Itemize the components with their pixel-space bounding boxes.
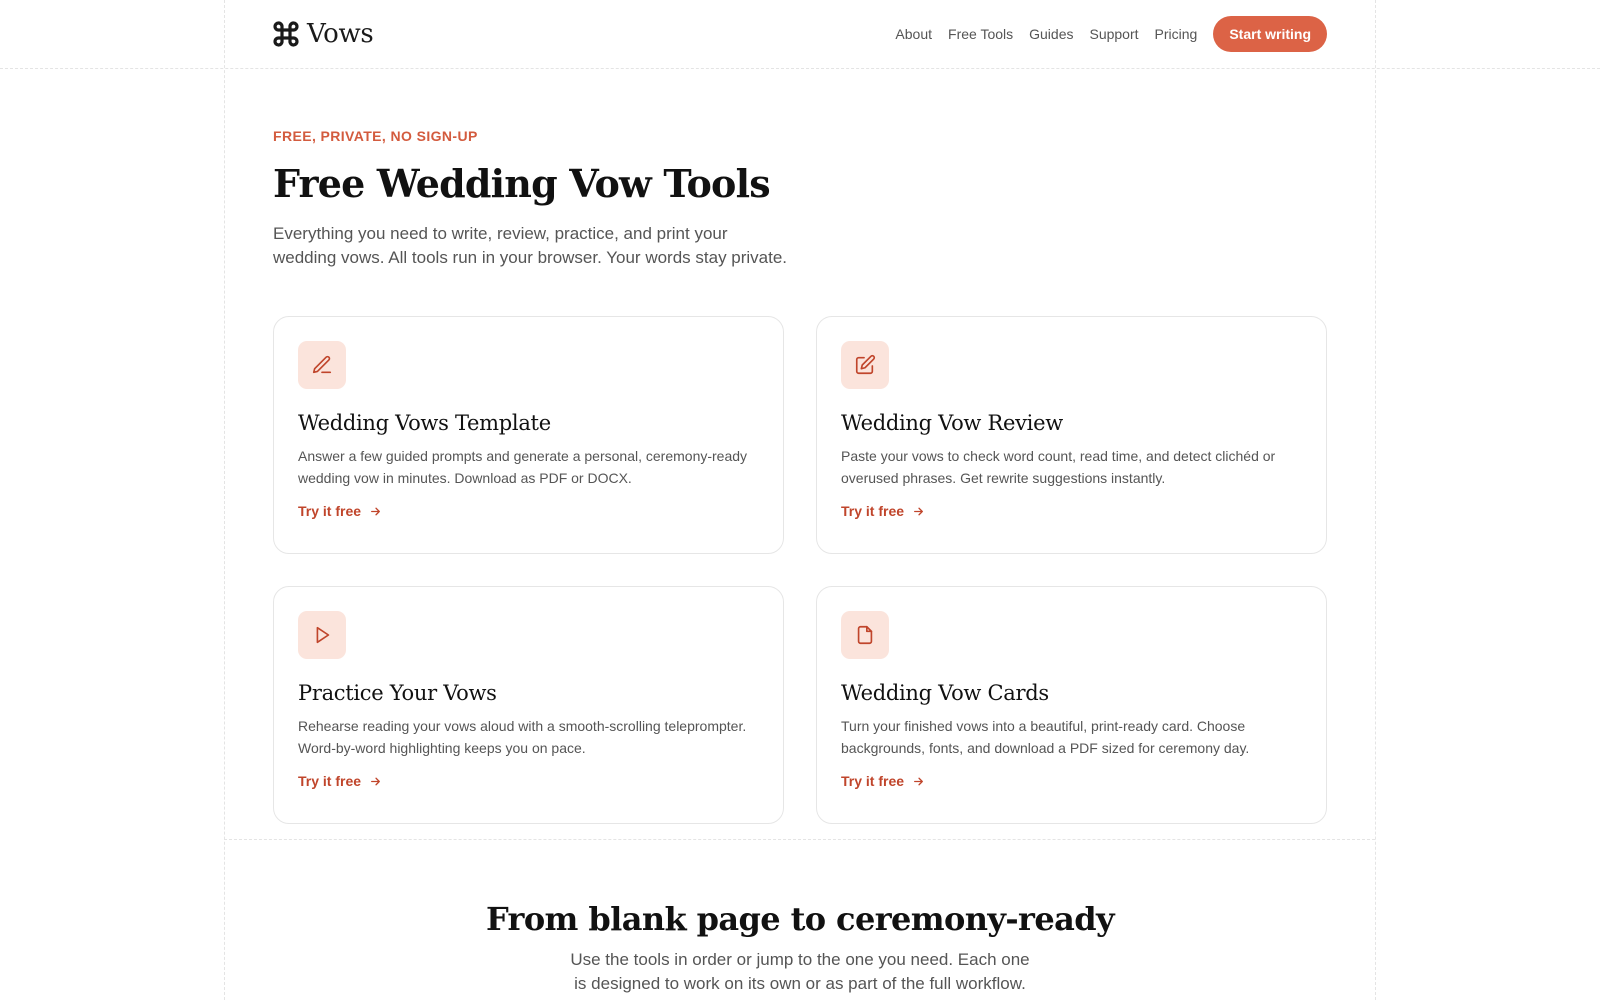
nav-pricing[interactable]: Pricing bbox=[1155, 26, 1198, 42]
card-title: Wedding Vows Template bbox=[298, 411, 551, 435]
section-divider bbox=[224, 839, 1375, 840]
nav-about[interactable]: About bbox=[895, 26, 932, 42]
try-it-free-label: Try it free bbox=[841, 773, 905, 789]
tool-card-template[interactable]: Wedding Vows Template Answer a few guide… bbox=[273, 316, 784, 554]
card-description: Answer a few guided prompts and generate… bbox=[298, 448, 748, 486]
page-title: Free Wedding Vow Tools bbox=[273, 161, 771, 206]
card-description: Paste your vows to check word count, rea… bbox=[841, 448, 1276, 486]
brand-name: Vows bbox=[307, 19, 374, 49]
try-it-free-label: Try it free bbox=[298, 773, 362, 789]
start-writing-button[interactable]: Start writing bbox=[1213, 16, 1327, 52]
try-it-free-label: Try it free bbox=[841, 503, 905, 519]
workflow-section: From blank page to ceremony-ready Use th… bbox=[0, 900, 1600, 996]
command-icon bbox=[273, 21, 299, 47]
workflow-title: From blank page to ceremony-ready bbox=[486, 900, 1115, 938]
try-it-free-link[interactable]: Try it free bbox=[841, 773, 925, 789]
try-it-free-link[interactable]: Try it free bbox=[298, 503, 382, 519]
nav-guides[interactable]: Guides bbox=[1029, 26, 1073, 42]
try-it-free-link[interactable]: Try it free bbox=[298, 773, 382, 789]
try-it-free-link[interactable]: Try it free bbox=[841, 503, 925, 519]
card-icon-tile bbox=[298, 341, 346, 389]
card-description: Rehearse reading your vows aloud with a … bbox=[298, 718, 747, 756]
arrow-right-icon bbox=[914, 507, 923, 515]
card-icon-tile bbox=[841, 341, 889, 389]
tool-card-cards[interactable]: Wedding Vow Cards Turn your finished vow… bbox=[816, 586, 1327, 824]
card-icon-tile bbox=[298, 611, 346, 659]
main-nav: About Free Tools Guides Support Pricing … bbox=[895, 16, 1327, 52]
brand-logo[interactable]: Vows bbox=[273, 19, 374, 49]
site-header: Vows About Free Tools Guides Support Pri… bbox=[273, 0, 1327, 68]
tool-card-review[interactable]: Wedding Vow Review Paste your vows to ch… bbox=[816, 316, 1327, 554]
card-title: Practice Your Vows bbox=[298, 681, 497, 705]
frame-guide-right bbox=[1375, 0, 1376, 1000]
hero-description: Everything you need to write, review, pr… bbox=[273, 224, 788, 267]
try-it-free-label: Try it free bbox=[298, 503, 362, 519]
play-icon bbox=[316, 626, 330, 644]
arrow-right-icon bbox=[914, 777, 923, 785]
nav-support[interactable]: Support bbox=[1089, 26, 1138, 42]
card-icon-tile bbox=[841, 611, 889, 659]
card-title: Wedding Vow Cards bbox=[841, 681, 1049, 705]
workflow-description: Use the tools in order or jump to the on… bbox=[570, 950, 1030, 993]
arrow-right-icon bbox=[371, 507, 380, 515]
arrow-right-icon bbox=[371, 777, 380, 785]
card-title: Wedding Vow Review bbox=[841, 411, 1063, 435]
card-description: Turn your finished vows into a beautiful… bbox=[841, 718, 1250, 756]
nav-free-tools[interactable]: Free Tools bbox=[948, 26, 1013, 42]
tool-cards: Wedding Vows Template Answer a few guide… bbox=[273, 316, 1327, 824]
edit-square-icon bbox=[855, 354, 876, 375]
header-divider bbox=[0, 68, 1600, 69]
document-icon bbox=[857, 625, 873, 645]
hero-eyebrow: FREE, PRIVATE, NO SIGN-UP bbox=[273, 128, 478, 144]
hero-section: FREE, PRIVATE, NO SIGN-UP Free Wedding V… bbox=[273, 128, 973, 270]
pen-icon bbox=[312, 355, 332, 374]
frame-guide-left bbox=[224, 0, 225, 1000]
tool-card-practice[interactable]: Practice Your Vows Rehearse reading your… bbox=[273, 586, 784, 824]
